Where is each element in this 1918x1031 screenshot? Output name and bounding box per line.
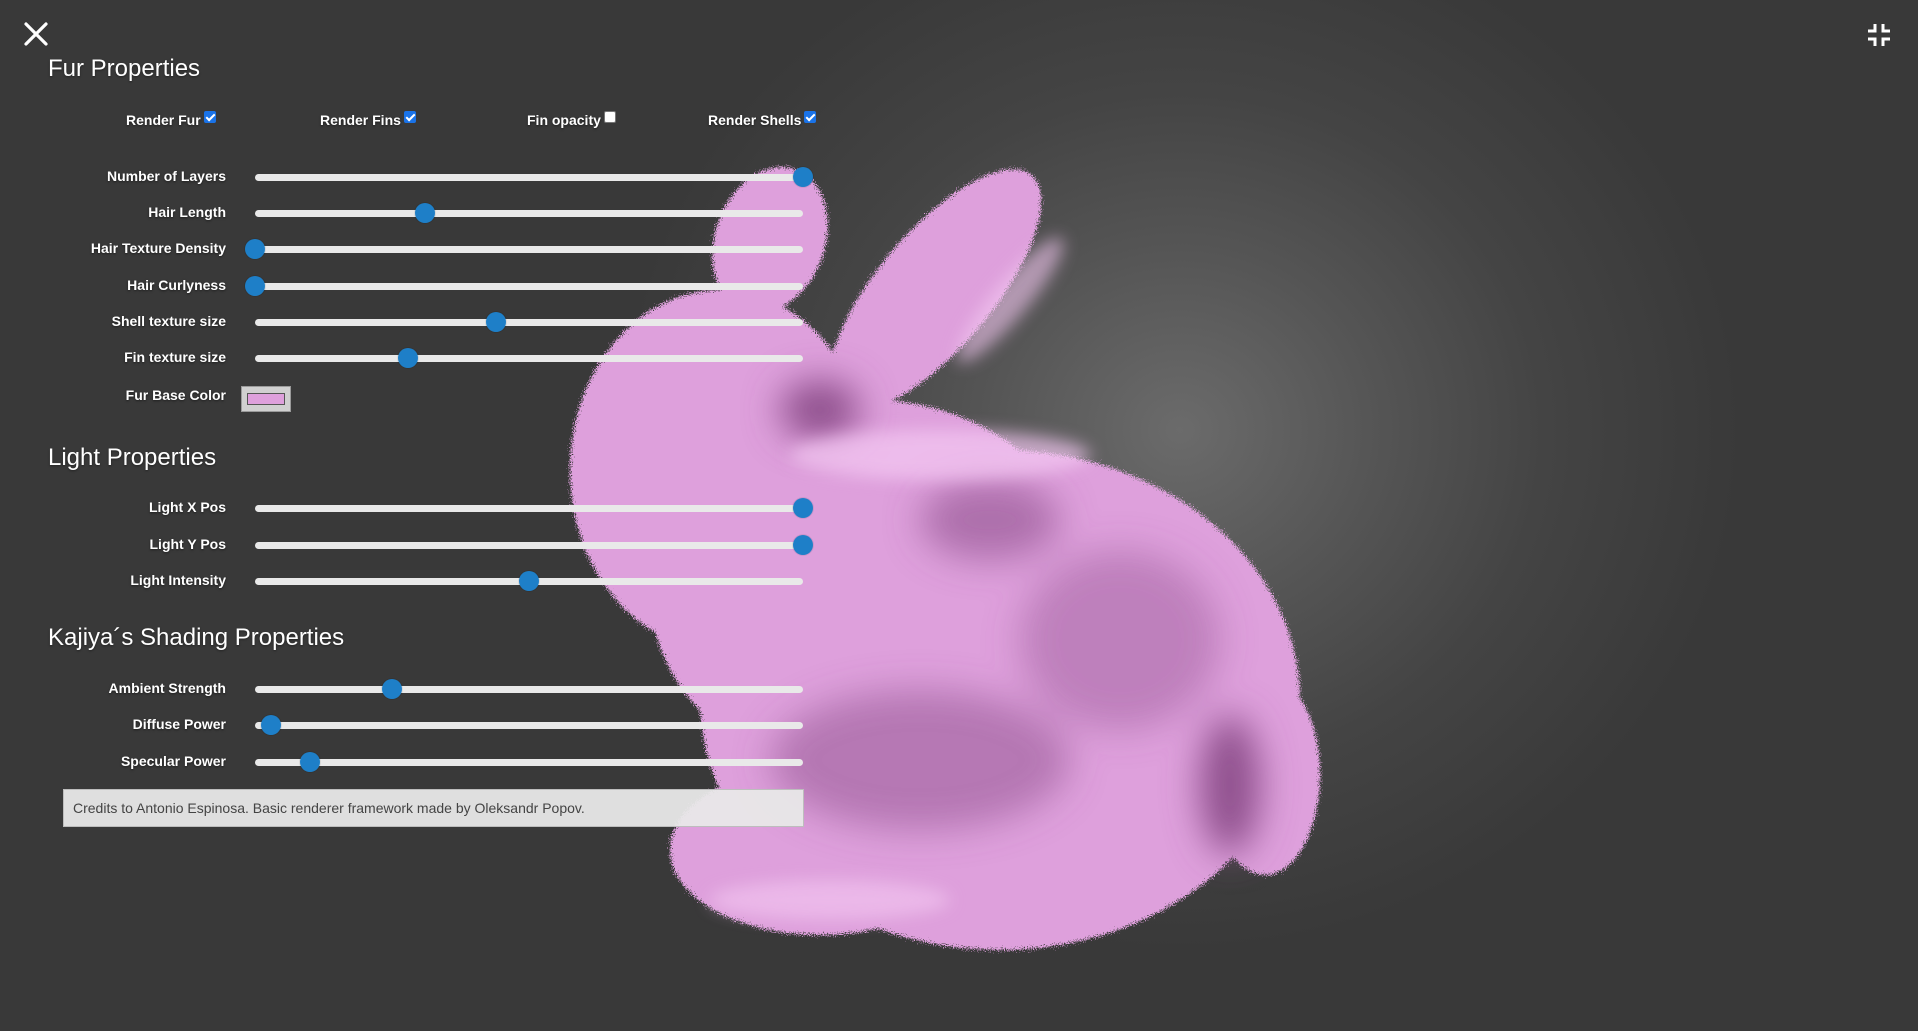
slider-track[interactable] [255,210,803,217]
checkbox-box[interactable] [403,111,416,123]
slider-track[interactable] [255,283,803,290]
slider-thumb[interactable] [793,167,813,187]
render-fins-checkbox[interactable]: Render Fins [320,111,416,128]
number-of-layers-label: Number of Layers [106,168,226,184]
slider-track[interactable] [255,246,803,253]
number-of-layers-slider[interactable] [255,167,813,187]
slider-thumb[interactable] [793,535,813,555]
light-x-pos-slider[interactable] [255,498,813,518]
slider-thumb[interactable] [398,348,419,368]
checkbox-box[interactable] [203,111,216,123]
slider-thumb[interactable] [299,752,320,772]
render-shells-checkbox[interactable]: Render Shells [708,111,817,128]
slider-thumb[interactable] [414,203,435,223]
shading-properties-heading: Kajiya´s Shading Properties [48,624,345,651]
specular-power-label: Specular Power [120,753,226,769]
slider-thumb[interactable] [261,715,282,735]
slider-track[interactable] [255,686,803,693]
slider-track[interactable] [255,542,803,549]
slider-track[interactable] [255,722,803,729]
light-x-pos-label: Light X Pos [149,499,226,515]
slider-track[interactable] [255,174,803,181]
close-icon[interactable] [22,20,50,48]
checkbox-box[interactable] [804,111,817,123]
slider-thumb[interactable] [245,239,265,259]
fur-properties-heading: Fur Properties [48,55,201,82]
fur-base-color-label: Fur Base Color [125,387,226,403]
light-y-pos-slider[interactable] [255,535,813,555]
render-fur-label: Render Fur [126,112,201,128]
ambient-strength-label: Ambient Strength [108,680,226,696]
specular-power-slider[interactable] [255,752,803,772]
checkbox-box[interactable] [603,111,616,123]
diffuse-power-slider[interactable] [255,715,803,735]
fin-texture-size-slider[interactable] [255,348,803,368]
light-intensity-label: Light Intensity [130,572,226,588]
fin-opacity-checkbox[interactable]: Fin opacity [527,111,616,128]
slider-thumb[interactable] [793,498,813,518]
credits-box: Credits to Antonio Espinosa. Basic rende… [63,789,804,827]
render-fins-label: Render Fins [320,112,401,128]
hair-length-slider[interactable] [255,203,803,223]
slider-thumb[interactable] [519,571,539,591]
render-shells-label: Render Shells [708,112,802,128]
color-swatch-fill [247,393,285,405]
slider-track[interactable] [255,355,803,362]
render-fur-checkbox[interactable]: Render Fur [126,111,216,128]
light-y-pos-label: Light Y Pos [149,536,227,552]
fur-base-color-picker[interactable] [241,386,291,412]
fin-opacity-label: Fin opacity [527,112,601,128]
slider-thumb[interactable] [245,276,265,296]
hair-texture-density-slider[interactable] [245,239,803,259]
shell-texture-size-slider[interactable] [255,312,803,332]
slider-track[interactable] [255,505,803,512]
ambient-strength-slider[interactable] [255,679,803,699]
hair-texture-density-label: Hair Texture Density [90,240,226,256]
fin-texture-size-label: Fin texture size [124,349,226,365]
slider-thumb[interactable] [382,679,402,699]
slider-track[interactable] [255,319,803,326]
light-intensity-slider[interactable] [255,571,803,591]
shell-texture-size-label: Shell texture size [111,313,226,329]
collapse-icon[interactable] [1866,22,1892,48]
slider-track[interactable] [255,759,803,766]
hair-length-label: Hair Length [148,204,226,220]
hair-curlyness-label: Hair Curlyness [127,277,226,293]
hair-curlyness-slider[interactable] [245,276,803,296]
light-properties-heading: Light Properties [48,444,217,471]
diffuse-power-label: Diffuse Power [132,716,226,732]
slider-thumb[interactable] [486,312,507,332]
